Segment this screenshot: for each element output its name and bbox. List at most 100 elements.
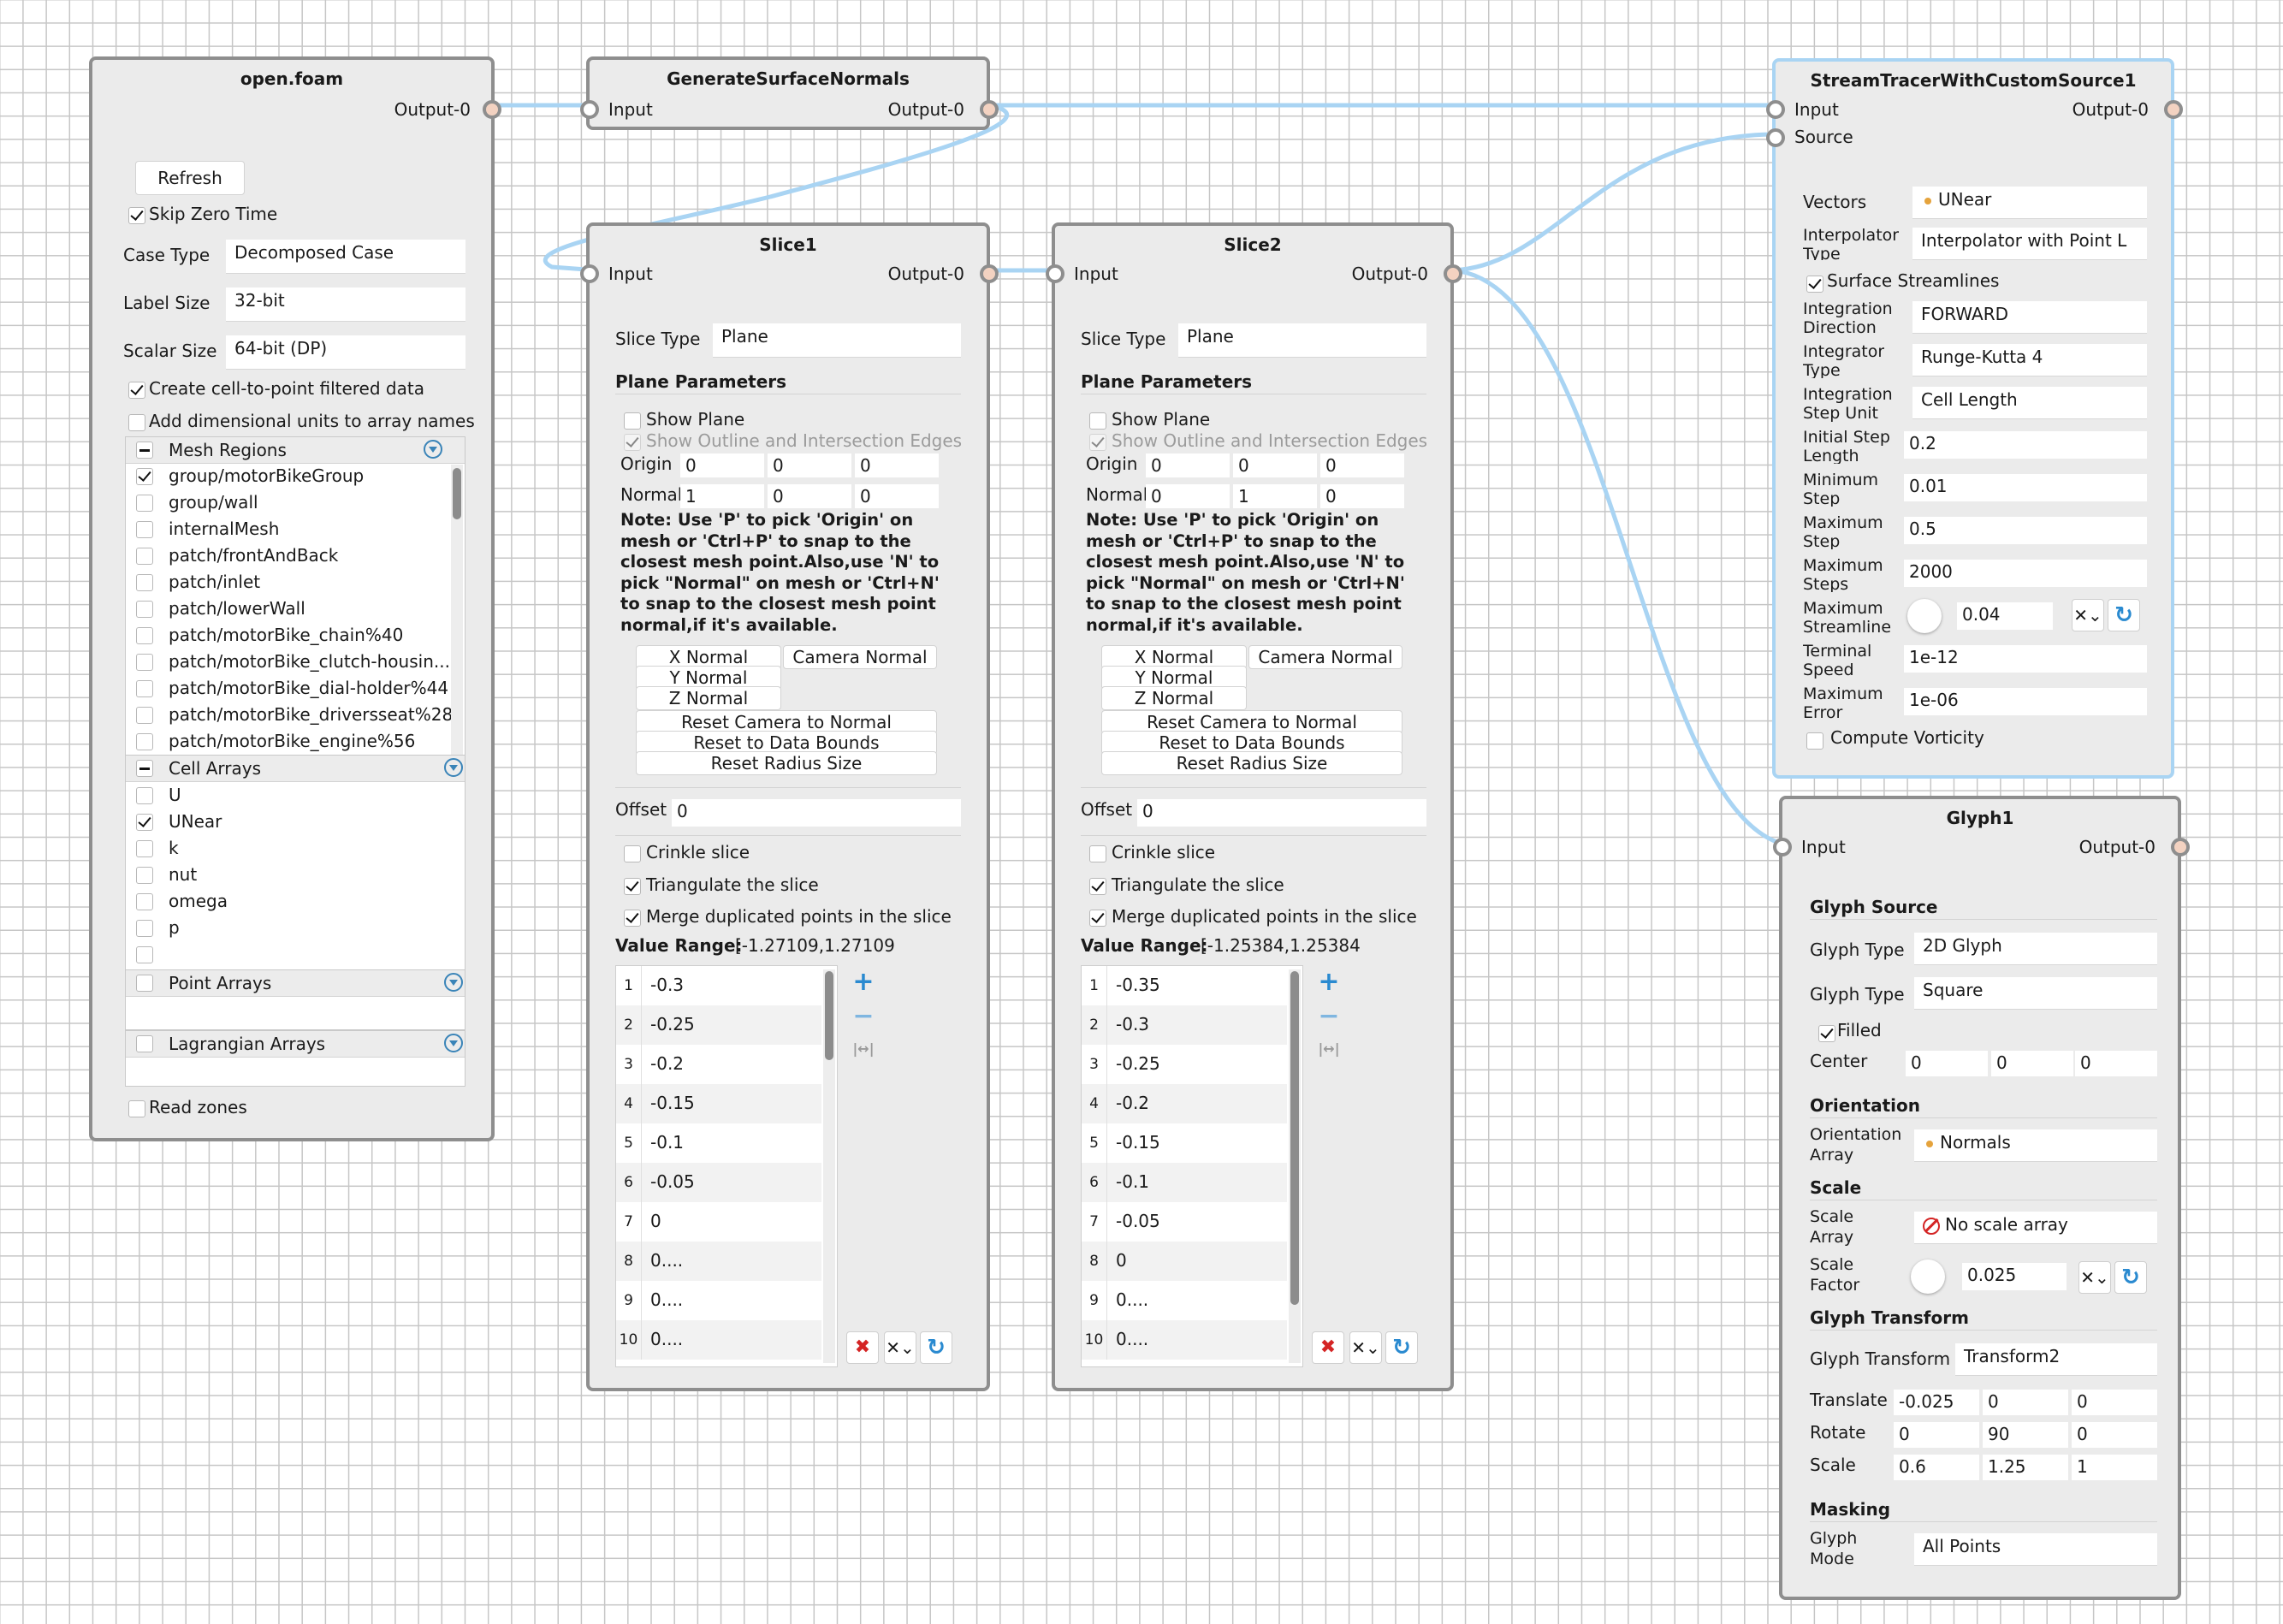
camera-normal-button[interactable]: Camera Normal: [1248, 645, 1402, 669]
output-port[interactable]: [980, 100, 999, 119]
initial-step-input[interactable]: 0.2: [1904, 431, 2147, 459]
output-port[interactable]: [2171, 838, 2190, 856]
add-value-icon[interactable]: +: [1313, 967, 1344, 998]
list-item-checkbox[interactable]: [136, 601, 153, 618]
list-item-checkbox[interactable]: [136, 654, 153, 671]
list-item[interactable]: internalMesh: [126, 516, 465, 542]
show-outline-checkbox[interactable]: [624, 434, 641, 451]
slice-type-dropdown[interactable]: Plane: [713, 323, 961, 358]
input-port[interactable]: [1046, 264, 1064, 283]
translate-z-input[interactable]: 0: [2072, 1390, 2157, 1415]
list-item[interactable]: patch/motorBike_clutch-housin...: [126, 649, 465, 675]
glyph-transform-dropdown[interactable]: Transform2: [1955, 1343, 2157, 1376]
cell-to-point-checkbox[interactable]: [128, 382, 145, 399]
list-item-checkbox[interactable]: [136, 574, 153, 591]
compute-vorticity-checkbox[interactable]: [1806, 732, 1823, 750]
table-row[interactable]: 2 -0.3: [1082, 1005, 1287, 1045]
list-item-checkbox[interactable]: [136, 840, 153, 857]
slice-type-dropdown[interactable]: Plane: [1178, 323, 1426, 358]
label-size-dropdown[interactable]: 32-bit: [226, 287, 465, 322]
dimensional-units-checkbox[interactable]: [128, 414, 145, 431]
filter-icon[interactable]: [444, 973, 463, 992]
values-table[interactable]: 1 -0.3 2 -0.25 3 -0.2 4 -0.15 5 -0.1 6 -0.05 7…: [615, 965, 838, 1367]
refresh-icon[interactable]: ↻: [2108, 599, 2140, 631]
list-item-checkbox[interactable]: [136, 787, 153, 804]
translate-x-input[interactable]: -0.025: [1894, 1390, 1979, 1415]
z-normal-button[interactable]: Z Normal: [1101, 686, 1247, 710]
minimum-step-input[interactable]: 0.01: [1904, 474, 2147, 501]
triangulate-checkbox[interactable]: [1089, 878, 1106, 895]
integration-direction-dropdown[interactable]: FORWARD: [1912, 301, 2147, 334]
glyph-shape-dropdown[interactable]: Square: [1914, 977, 2157, 1010]
cell-arrays-header[interactable]: Cell Arrays: [126, 756, 465, 782]
delete-all-icon[interactable]: ✖: [1312, 1331, 1344, 1364]
list-item[interactable]: nut: [126, 862, 465, 888]
table-row[interactable]: 6 -0.1: [1082, 1163, 1287, 1202]
list-item[interactable]: k: [126, 835, 465, 862]
maximum-error-input[interactable]: 1e-06: [1904, 688, 2147, 715]
table-row[interactable]: 6 -0.05: [616, 1163, 821, 1202]
origin-z-input[interactable]: 0: [1320, 453, 1404, 477]
center-y-input[interactable]: 0: [1991, 1051, 2073, 1076]
stream-tracer-node[interactable]: StreamTracerWithCustomSource1 Input Sour…: [1766, 58, 2183, 779]
list-item[interactable]: patch/motorBike_engine%56: [126, 728, 465, 755]
list-item-checkbox[interactable]: [136, 946, 153, 963]
mesh-regions-list[interactable]: Mesh Regions group/motorBikeGroup group/…: [125, 436, 465, 809]
cell-arrays-list[interactable]: Cell Arrays U UNear k nut omega p Point …: [125, 755, 465, 1030]
offset-input[interactable]: 0: [1137, 799, 1426, 827]
table-row[interactable]: 7 -0.05: [1082, 1202, 1287, 1242]
step-unit-dropdown[interactable]: Cell Length: [1912, 387, 2147, 419]
camera-normal-button[interactable]: Camera Normal: [783, 645, 937, 669]
scale-x-input[interactable]: 0.6: [1894, 1455, 1979, 1480]
list-item-checkbox[interactable]: [136, 814, 153, 831]
scale-array-dropdown[interactable]: No scale array: [1914, 1212, 2157, 1244]
origin-z-input[interactable]: 0: [855, 453, 939, 477]
list-item[interactable]: group/motorBikeGroup: [126, 463, 465, 489]
translate-y-input[interactable]: 0: [1983, 1390, 2068, 1415]
center-z-input[interactable]: 0: [2075, 1051, 2157, 1076]
list-item-checkbox[interactable]: [136, 680, 153, 697]
clear-menu-icon[interactable]: ✕⌄: [884, 1331, 916, 1364]
normal-z-input[interactable]: 0: [855, 484, 939, 508]
list-item[interactable]: patch/motorBike_driversseat%28: [126, 702, 465, 728]
rotate-x-input[interactable]: 0: [1894, 1422, 1979, 1448]
z-normal-button[interactable]: Z Normal: [636, 686, 781, 710]
lagrangian-arrays-list[interactable]: Lagrangian Arrays: [125, 1030, 465, 1087]
merge-points-checkbox[interactable]: [1089, 910, 1106, 927]
rotate-y-input[interactable]: 90: [1983, 1422, 2068, 1448]
list-item-checkbox[interactable]: [136, 893, 153, 910]
mesh-regions-toggle[interactable]: [136, 442, 153, 459]
output-port[interactable]: [980, 264, 999, 283]
rotate-z-input[interactable]: 0: [2072, 1422, 2157, 1448]
list-item-checkbox[interactable]: [136, 733, 153, 750]
normal-z-input[interactable]: 0: [1320, 484, 1404, 508]
center-x-input[interactable]: 0: [1906, 1051, 1988, 1076]
table-row[interactable]: 70: [616, 1202, 821, 1242]
refresh-icon[interactable]: ↻: [920, 1331, 952, 1364]
surface-streamlines-checkbox[interactable]: [1806, 276, 1823, 293]
scale-y-input[interactable]: 1.25: [1983, 1455, 2068, 1480]
list-item-checkbox[interactable]: [136, 468, 153, 485]
values-table[interactable]: 1 -0.35 2 -0.3 3 -0.25 4 -0.2 5 -0.15 6 -0.1 7…: [1081, 965, 1303, 1367]
skip-zero-time-checkbox[interactable]: [128, 207, 145, 224]
vectors-dropdown[interactable]: UNear: [1912, 187, 2147, 219]
list-item[interactable]: group/wall: [126, 489, 465, 516]
triangulate-checkbox[interactable]: [624, 878, 641, 895]
mesh-regions-header[interactable]: Mesh Regions: [126, 437, 465, 464]
list-item-checkbox[interactable]: [136, 867, 153, 884]
terminal-speed-input[interactable]: 1e-12: [1904, 645, 2147, 673]
list-item-checkbox[interactable]: [136, 707, 153, 724]
merge-points-checkbox[interactable]: [624, 910, 641, 927]
remove-value-icon[interactable]: −: [848, 1001, 879, 1032]
clear-menu-icon[interactable]: ✕⌄: [2078, 1261, 2111, 1294]
list-item[interactable]: UNear: [126, 809, 465, 835]
reset-radius-button[interactable]: Reset Radius Size: [636, 751, 937, 775]
cell-arrays-toggle[interactable]: [136, 760, 153, 777]
filled-checkbox[interactable]: [1818, 1025, 1835, 1042]
list-item[interactable]: patch/frontAndBack: [126, 542, 465, 569]
scrollbar-thumb[interactable]: [453, 468, 461, 519]
table-row[interactable]: 10 0....: [1082, 1320, 1287, 1360]
filter-icon[interactable]: [424, 440, 442, 459]
refresh-button[interactable]: Refresh: [135, 161, 245, 195]
list-item-checkbox[interactable]: [136, 521, 153, 538]
